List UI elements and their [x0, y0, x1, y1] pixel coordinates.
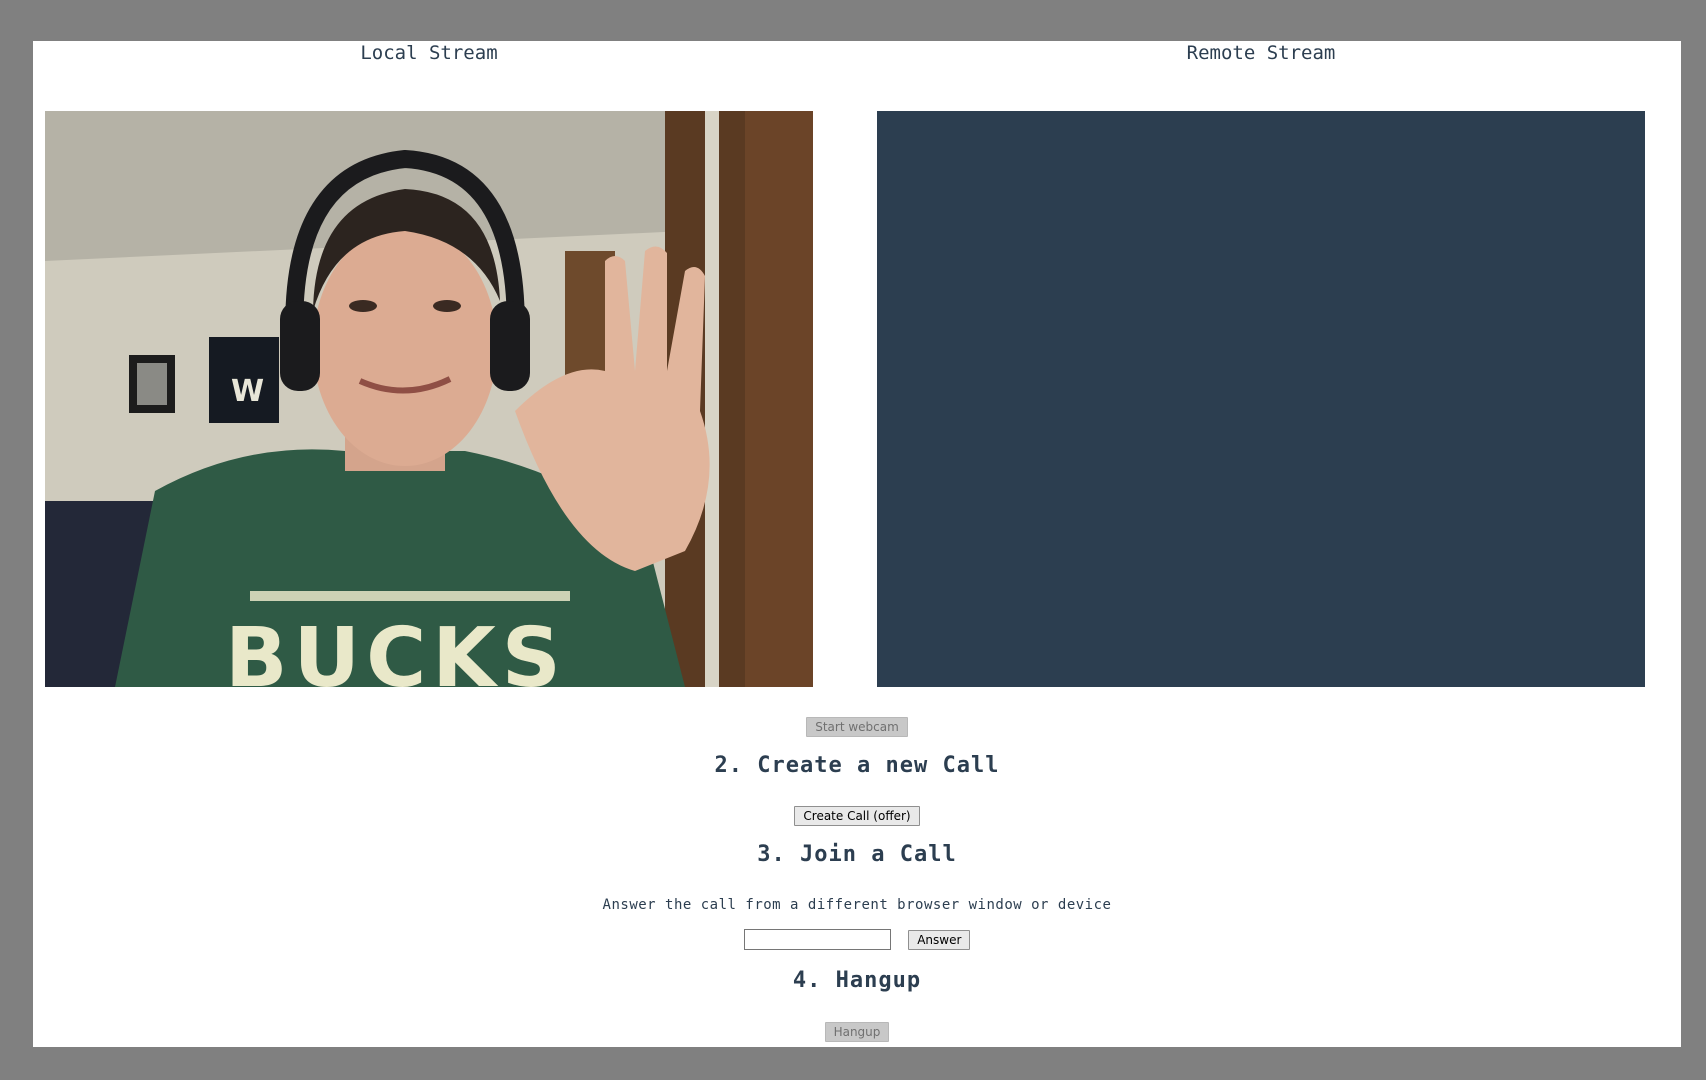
- webcam-controls: Start webcam: [33, 716, 1681, 737]
- join-call-controls: Answer: [33, 929, 1681, 950]
- webcam-frame-image: W BUCKS: [45, 111, 813, 687]
- join-call-section: 3. Join a Call: [33, 840, 1681, 870]
- create-call-controls: Create Call (offer): [33, 805, 1681, 826]
- svg-text:W: W: [231, 374, 264, 409]
- hangup-section: 4. Hangup: [33, 966, 1681, 996]
- hangup-button[interactable]: Hangup: [824, 1022, 890, 1042]
- create-call-button[interactable]: Create Call (offer): [794, 806, 920, 826]
- local-stream-heading: Local Stream: [360, 42, 498, 64]
- remote-stream-heading: Remote Stream: [1186, 42, 1336, 64]
- create-call-heading: 2. Create a new Call: [714, 753, 1000, 778]
- hangup-controls: Hangup: [33, 1021, 1681, 1042]
- hangup-heading: 4. Hangup: [792, 968, 922, 993]
- app-page: Local Stream Remote Stream W BUCKS Start…: [33, 41, 1681, 1047]
- call-id-input[interactable]: [743, 929, 891, 950]
- join-call-heading: 3. Join a Call: [757, 842, 957, 867]
- join-call-description: Answer the call from a different browser…: [602, 897, 1112, 913]
- create-call-section: 2. Create a new Call: [33, 751, 1681, 781]
- svg-text:BUCKS: BUCKS: [225, 611, 567, 687]
- start-webcam-button[interactable]: Start webcam: [806, 717, 908, 737]
- local-video: W BUCKS: [45, 111, 813, 687]
- answer-button[interactable]: Answer: [908, 929, 971, 950]
- remote-video: [877, 111, 1645, 687]
- join-call-description-row: Answer the call from a different browser…: [33, 895, 1681, 915]
